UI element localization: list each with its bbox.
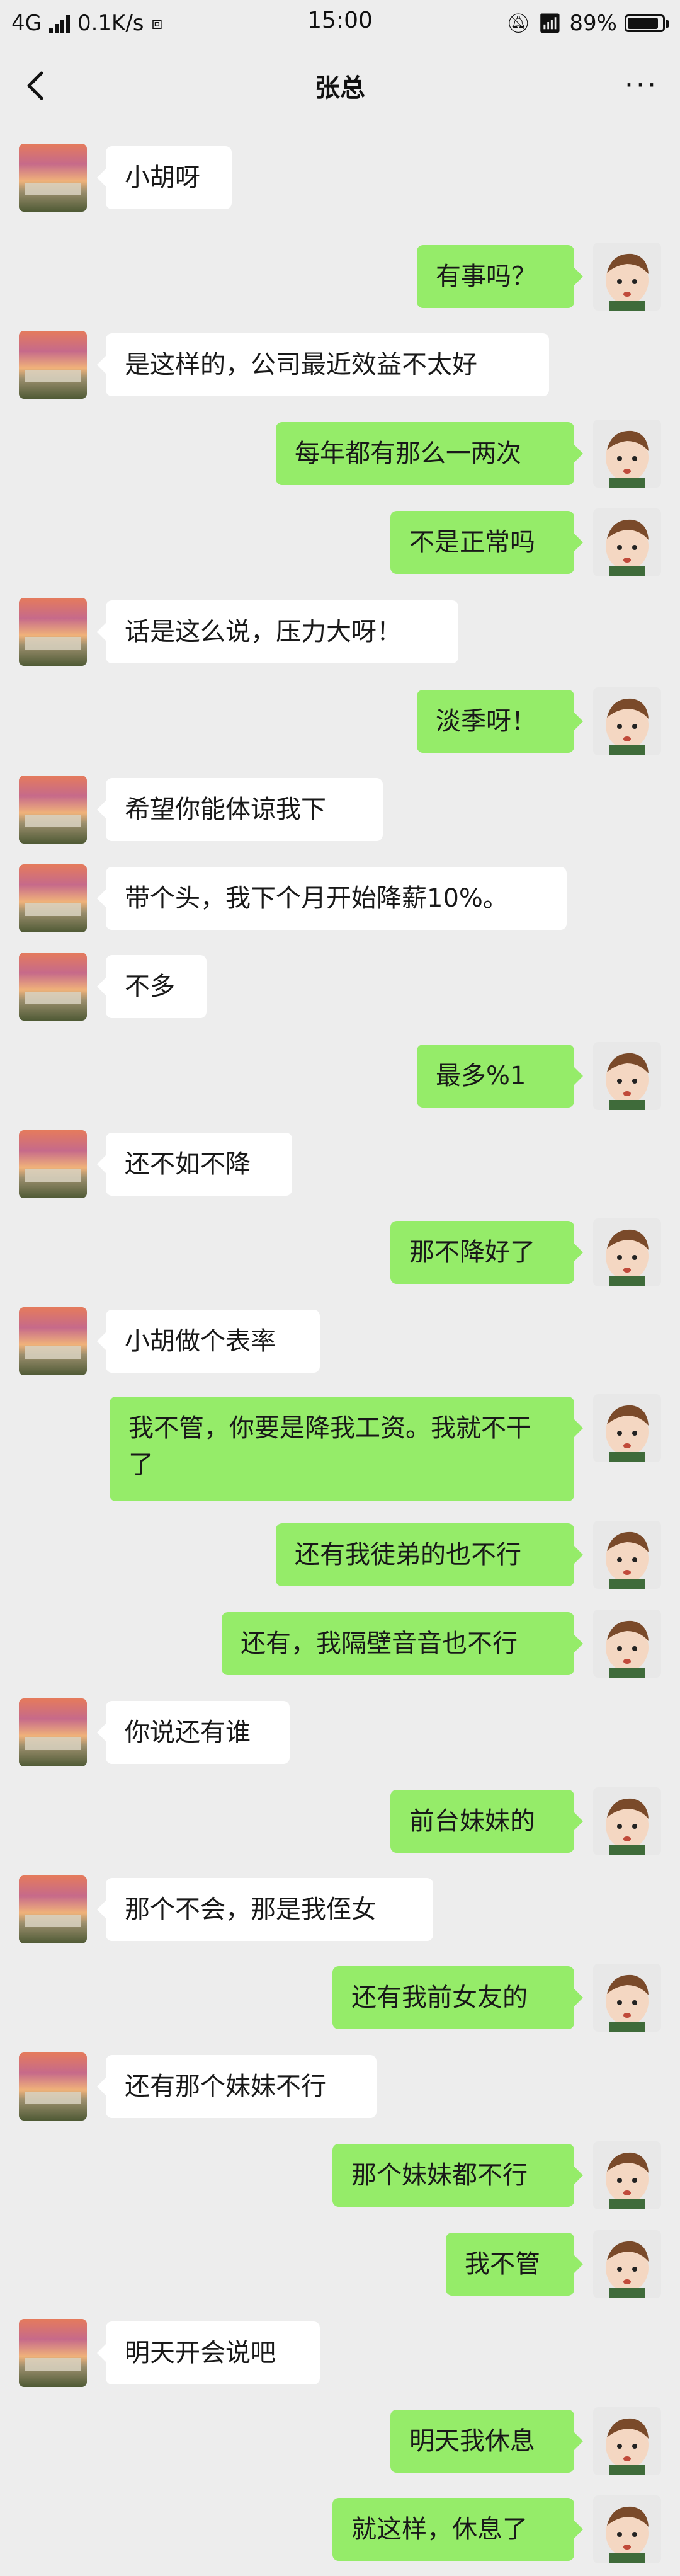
avatar-building [25,1169,81,1182]
received-message-bubble[interactable]: 是这样的，公司最近效益不太好 [97,333,549,396]
received-message-bubble[interactable]: 小胡呀 [97,146,232,209]
status-time: 15:00 [307,8,373,33]
my-avatar[interactable] [593,1964,661,2032]
sent-message-bubble[interactable]: 不是正常吗 [390,511,583,574]
received-message-bubble[interactable]: 小胡做个表率 [97,1310,320,1373]
sent-message-bubble[interactable]: 前台妹妹的 [390,1790,583,1853]
my-avatar[interactable] [593,243,661,311]
contact-avatar[interactable] [19,2319,87,2387]
avatar-building [25,183,81,195]
cartoon-face-icon [606,1620,649,1678]
my-avatar[interactable] [593,687,661,755]
avatar-building [25,637,81,650]
wifi-icon: 📶︎ [538,12,562,35]
status-right: 🔕︎ 📶︎ 89% [506,11,669,36]
received-message-bubble[interactable]: 话是这么说，压力大呀！ [97,600,458,663]
contact-avatar[interactable] [19,1698,87,1766]
sent-message-bubble[interactable]: 我不管 [446,2233,583,2296]
received-message-bubble[interactable]: 带个头，我下个月开始降薪10%。 [97,867,567,930]
my-avatar[interactable] [593,2230,661,2298]
avatar-building [25,815,81,827]
received-message-bubble[interactable]: 还有那个妹妹不行 [97,2055,377,2118]
my-avatar[interactable] [593,1042,661,1110]
avatar-building [25,370,81,382]
received-message-bubble[interactable]: 明天开会说吧 [97,2321,320,2384]
my-avatar[interactable] [593,420,661,488]
back-arrow-icon[interactable] [21,67,53,105]
cartoon-face-icon [606,1229,649,1286]
sent-message-bubble[interactable]: 还有，我隔壁音音也不行 [222,1612,583,1675]
sent-message-bubble[interactable]: 明天我休息 [390,2410,583,2473]
my-avatar[interactable] [593,1787,661,1855]
avatar-building [25,2358,81,2371]
received-message-bubble[interactable]: 那个不会，那是我侄女 [97,1878,433,1941]
my-avatar[interactable] [593,1610,661,1678]
contact-avatar[interactable] [19,331,87,399]
contact-avatar[interactable] [19,776,87,844]
cartoon-face-icon [606,2506,649,2563]
battery-icon [625,14,669,32]
chat-title: 张总 [315,74,365,103]
contact-avatar[interactable] [19,1875,87,1943]
contact-avatar[interactable] [19,953,87,1021]
cartoon-face-icon [606,519,649,576]
avatar-building [25,1915,81,1927]
my-avatar[interactable] [593,1218,661,1286]
sent-message-bubble[interactable]: 淡季呀！ [417,690,583,753]
received-message-bubble[interactable]: 不多 [97,955,207,1018]
my-avatar[interactable] [593,508,661,576]
contact-avatar[interactable] [19,1307,87,1375]
cartoon-face-icon [606,1974,649,2032]
avatar-building [25,1737,81,1750]
my-avatar[interactable] [593,2495,661,2563]
mute-icon: 🔕︎ [506,12,531,35]
cartoon-face-icon [606,253,649,311]
cartoon-face-icon [606,2241,649,2298]
my-avatar[interactable] [593,1521,661,1589]
avatar-building [25,2092,81,2104]
sent-message-bubble[interactable]: 还有我前女友的 [332,1966,583,2029]
contact-avatar[interactable] [19,598,87,666]
battery-percent: 89% [569,11,617,36]
status-bar: 4G 0.1K/s ⧈ 15:00 🔕︎ 📶︎ 89% [0,0,680,47]
my-avatar[interactable] [593,2407,661,2475]
cartoon-face-icon [606,1531,649,1589]
nfc-icon: ⧈ [151,13,163,33]
contact-avatar[interactable] [19,864,87,932]
sent-message-bubble[interactable]: 每年都有那么一两次 [276,422,583,485]
cartoon-face-icon [606,430,649,488]
contact-avatar[interactable] [19,2052,87,2121]
sent-message-bubble[interactable]: 有事吗？ [417,245,583,308]
sent-message-bubble[interactable]: 那个妹妹都不行 [332,2144,583,2207]
signal-icon [48,14,70,33]
contact-avatar[interactable] [19,144,87,212]
my-avatar[interactable] [593,1394,661,1462]
sent-message-bubble[interactable]: 那不降好了 [390,1221,583,1284]
cartoon-face-icon [606,1405,649,1462]
sent-message-bubble[interactable]: 还有我徒弟的也不行 [276,1523,583,1586]
more-options-icon[interactable]: ··· [625,69,659,101]
my-avatar[interactable] [593,2141,661,2209]
sent-message-bubble[interactable]: 我不管，你要是降我工资。我就不干了 [110,1397,583,1501]
received-message-bubble[interactable]: 希望你能体谅我下 [97,778,383,841]
sent-message-bubble[interactable]: 最多%1 [417,1045,583,1108]
network-speed: 0.1K/s [77,11,144,36]
avatar-building [25,992,81,1004]
chat-header: 张总 ··· [0,47,680,125]
cartoon-face-icon [606,2418,649,2475]
received-message-bubble[interactable]: 还不如不降 [97,1133,292,1196]
avatar-building [25,903,81,916]
battery-fill [628,18,658,29]
cartoon-face-icon [606,1798,649,1855]
status-left: 4G 0.1K/s ⧈ [11,11,162,36]
avatar-building [25,1346,81,1359]
cartoon-face-icon [606,2152,649,2209]
contact-avatar[interactable] [19,1130,87,1198]
cartoon-face-icon [606,1053,649,1110]
cartoon-face-icon [606,698,649,755]
sent-message-bubble[interactable]: 就这样，休息了 [332,2498,583,2561]
network-type: 4G [11,11,42,36]
received-message-bubble[interactable]: 你说还有谁 [97,1701,290,1764]
